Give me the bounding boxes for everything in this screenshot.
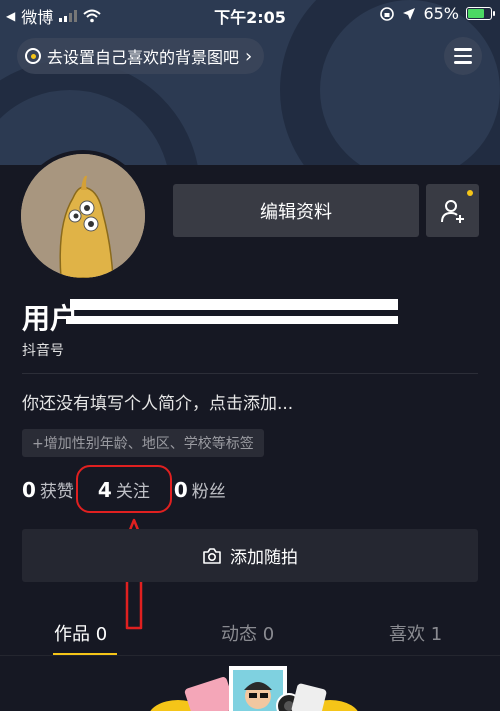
background-dot-icon [25,48,41,64]
divider [0,655,500,656]
avatar[interactable] [17,150,149,282]
add-user-icon [440,199,464,223]
add-snap-button[interactable]: 添加随拍 [22,529,478,582]
camera-icon [203,547,221,564]
chevron-right-icon: › [245,45,253,67]
location-icon [403,7,416,20]
set-background-label: 去设置自己喜欢的背景图吧 [47,48,240,67]
tab-works[interactable]: 作品 0 [54,620,107,646]
battery-fill [468,9,484,18]
set-background-button[interactable]: 去设置自己喜欢的背景图吧 › [17,38,265,74]
add-tags-button[interactable]: +增加性别年龄、地区、学校等标签 [22,429,264,457]
edit-profile-label: 编辑资料 [260,201,332,223]
douyin-id-label: 抖音号 [22,343,64,359]
banner-decoration [0,60,200,165]
tab-likes[interactable]: 喜欢 1 [389,620,442,646]
divider [22,373,478,374]
douyin-id: 抖音号 [22,340,64,360]
following-stat[interactable]: 4 关注 [75,465,172,513]
empty-state-illustration [0,660,500,711]
add-snap-label: 添加随拍 [230,548,298,568]
notification-dot [467,190,473,196]
menu-button[interactable] [444,37,482,75]
likes-count: 0 [22,478,36,502]
highlight-ring [75,465,172,513]
status-bar: ◀ 微博 下午2:05 65% [0,0,500,28]
bio-text[interactable]: 你还没有填写个人简介，点击添加... [22,389,293,414]
redaction-bar [70,299,398,310]
rotation-lock-icon [380,6,395,21]
avatar-image [21,154,145,278]
hamburger-icon-bar [454,54,472,58]
likes-label: 获赞 [39,482,74,502]
fans-stat[interactable]: 0 粉丝 [174,477,226,502]
likes-stat[interactable]: 0 获赞 [22,477,74,502]
profile-stats: 0 获赞 4 关注 0 粉丝 [22,465,226,513]
fans-count: 0 [173,478,188,502]
hamburger-icon-bar [454,48,472,51]
content-tabs: 作品 0 动态 0 喜欢 1 [0,610,500,656]
cartoon-avatar-illustration [21,154,145,278]
battery-icon [466,7,495,20]
tab-activity[interactable]: 动态 0 [221,620,274,646]
hamburger-icon-bar [454,61,472,64]
edit-profile-button[interactable]: 编辑资料 [173,184,419,237]
battery-percent: 65% [423,4,459,23]
fans-label: 粉丝 [191,482,226,502]
empty-state-graphic [150,666,358,711]
redaction-bar [66,316,398,324]
add-friend-button[interactable] [426,184,479,237]
